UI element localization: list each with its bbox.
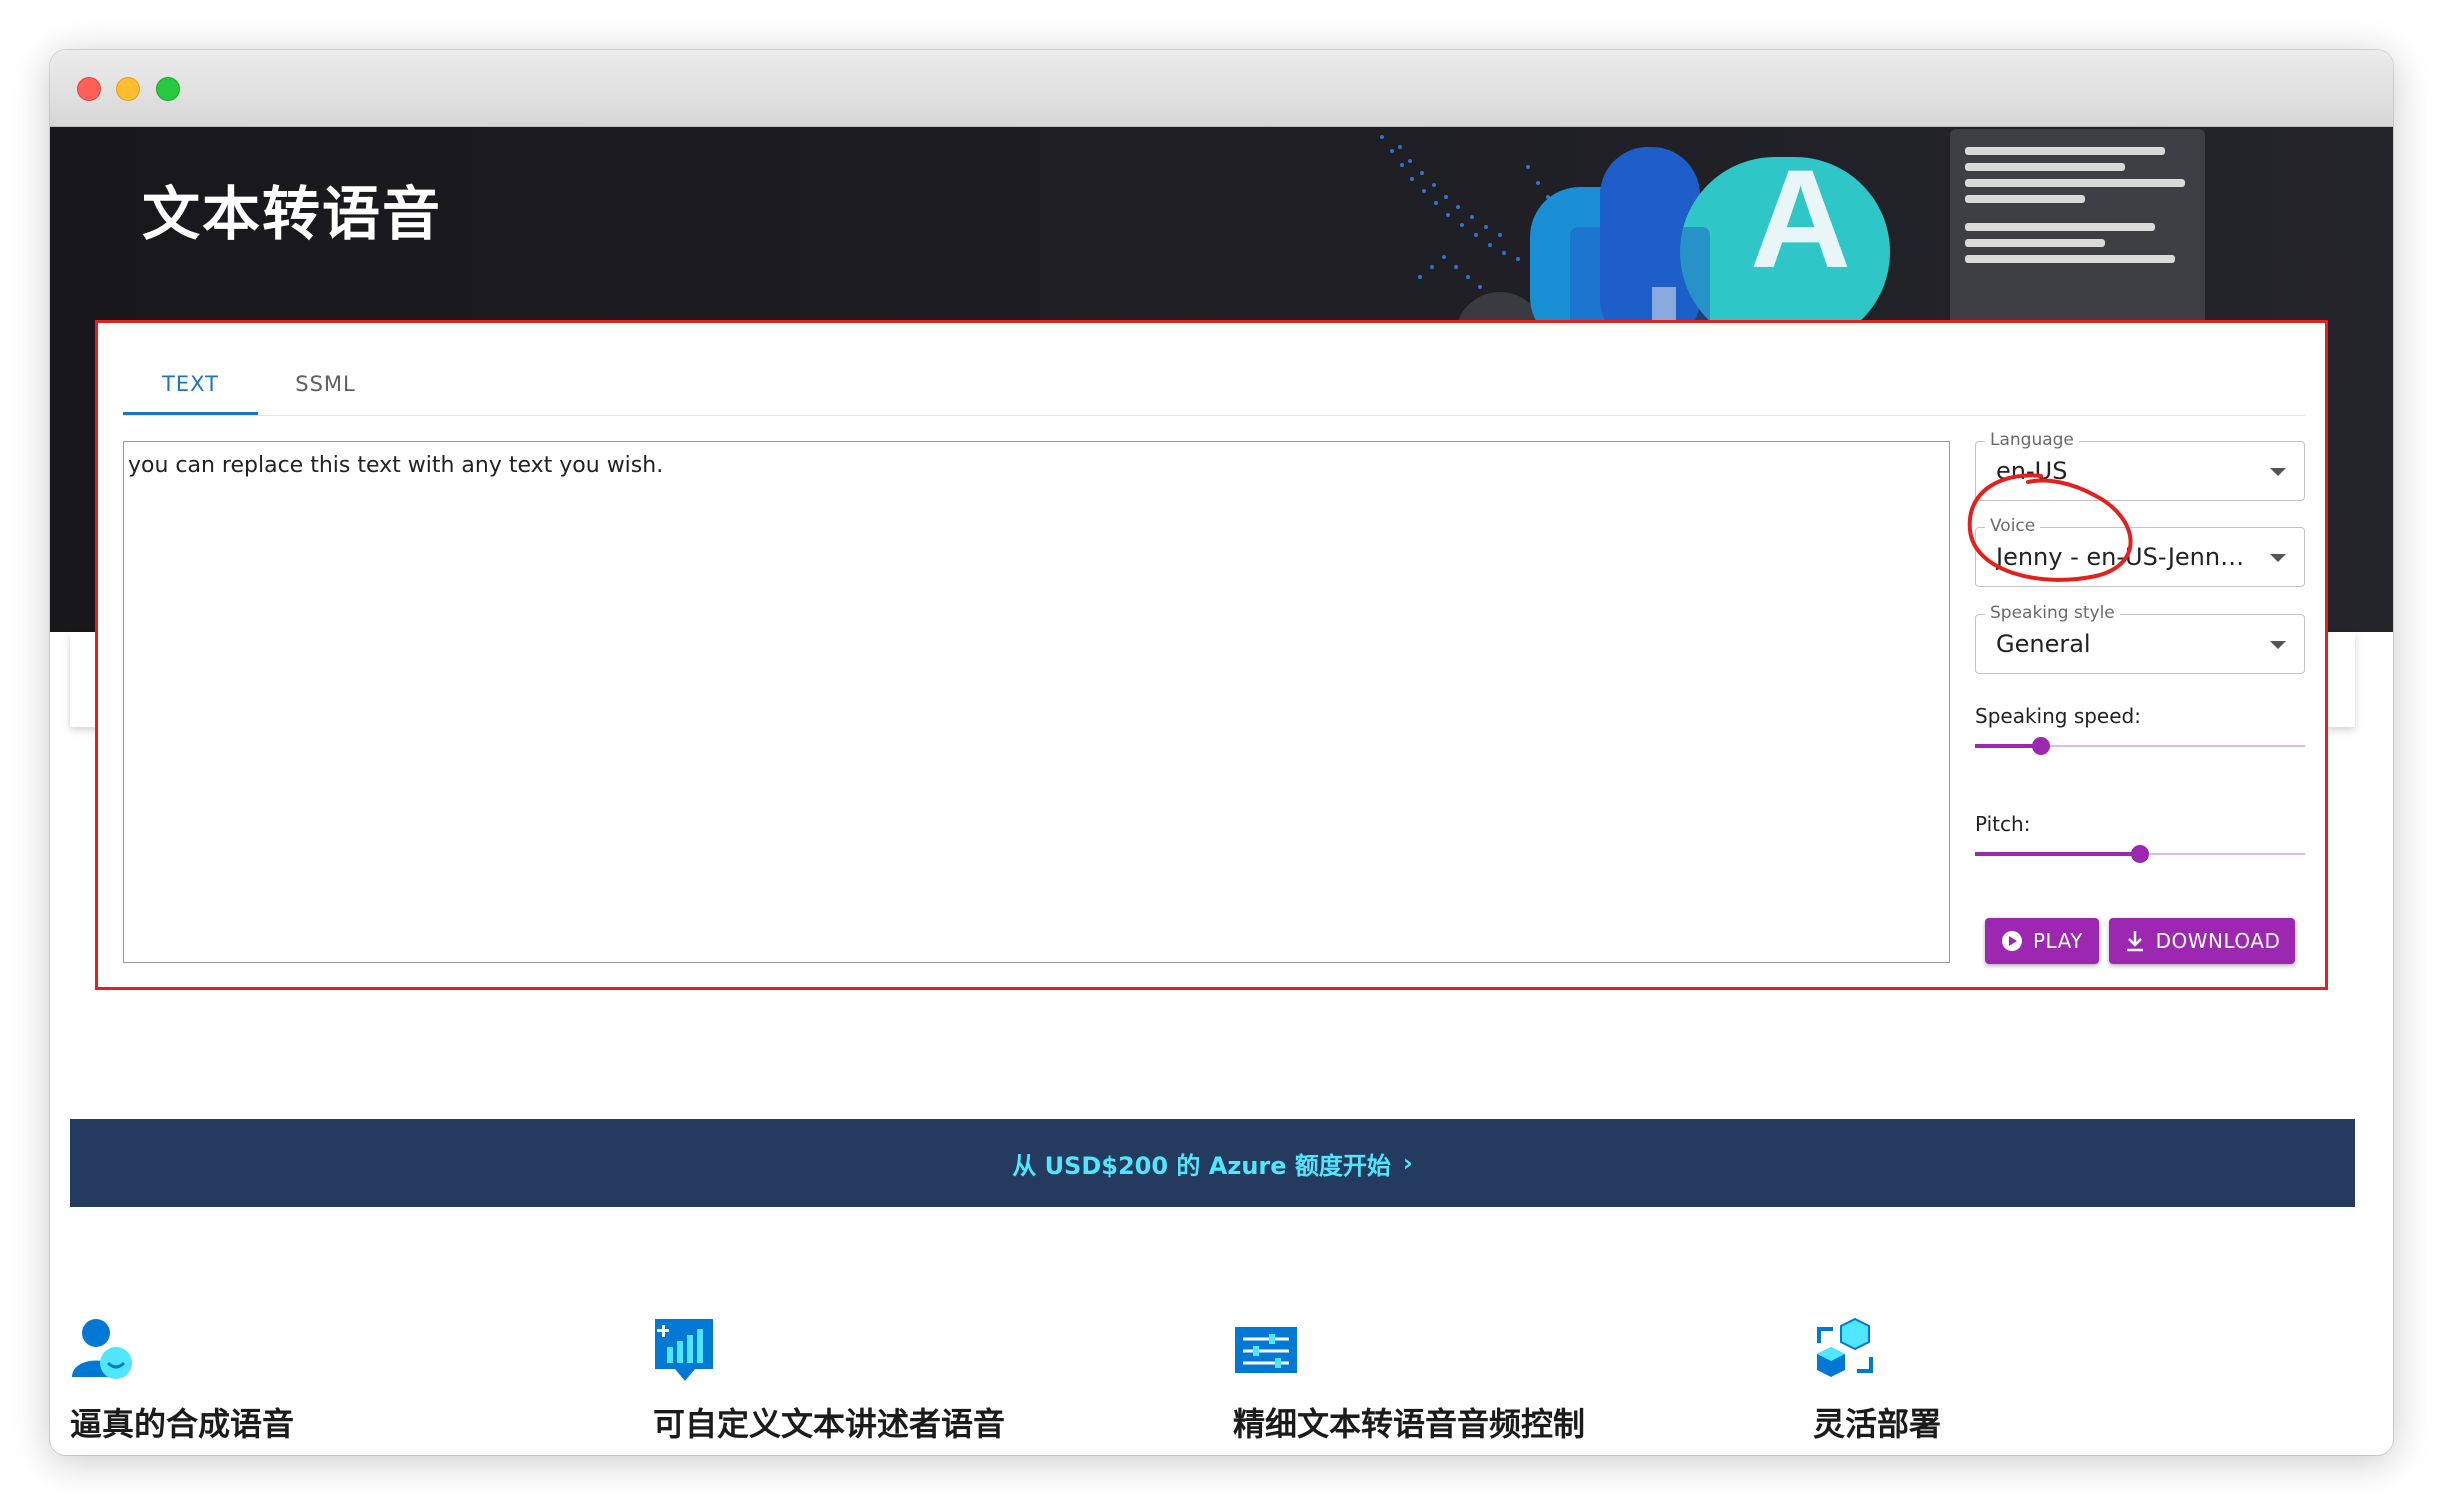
- chevron-right-icon: ›: [1402, 1149, 1413, 1177]
- voice-select[interactable]: Voice Jenny - en-US-Jenny…: [1975, 516, 2305, 587]
- feature-title: 精细文本转语音音频控制: [1233, 1405, 1586, 1443]
- language-label: Language: [1985, 430, 2079, 450]
- azure-credit-link[interactable]: 从 USD$200 的 Azure 额度开始 ›: [1012, 1146, 1413, 1181]
- person-smile-icon: [72, 1319, 132, 1379]
- page-title: 文本转语音: [142, 180, 443, 248]
- hero-illustration: A: [1380, 129, 2205, 327]
- browser-window: 文本转语音 A TEXT SSML you can replace this t…: [50, 50, 2393, 1455]
- tts-demo-panel: TEXT SSML you can replace this text with…: [95, 320, 2328, 990]
- speaking-speed-slider[interactable]: [1975, 734, 2305, 758]
- hero-art-letter: A: [1750, 140, 1851, 297]
- download-label: DOWNLOAD: [2155, 929, 2281, 953]
- caret-down-icon: [2270, 641, 2286, 649]
- language-value: en-US: [1996, 457, 2068, 485]
- window-titlebar: [50, 50, 2393, 127]
- download-button[interactable]: DOWNLOAD: [2109, 918, 2295, 964]
- sliders-icon: [1235, 1327, 1297, 1373]
- pitch-label: Pitch:: [1975, 812, 2031, 836]
- voice-value: Jenny - en-US-Jenny…: [1996, 543, 2256, 571]
- speaking-style-value: General: [1996, 630, 2091, 658]
- minimize-window-button[interactable]: [116, 77, 140, 101]
- speaking-speed-label: Speaking speed:: [1975, 704, 2141, 728]
- play-label: PLAY: [2032, 929, 2083, 953]
- cubes-icon: [1817, 1317, 1873, 1377]
- feature-title: 灵活部署: [1813, 1405, 1942, 1443]
- tab-text[interactable]: TEXT: [123, 353, 258, 415]
- zoom-window-button[interactable]: [156, 77, 180, 101]
- chart-speech-icon: [655, 1319, 713, 1381]
- feature-title: 可自定义文本讲述者语音: [653, 1405, 1006, 1443]
- azure-credit-banner: 从 USD$200 的 Azure 额度开始 ›: [70, 1119, 2355, 1207]
- page-content: 文本转语音 A TEXT SSML you can replace this t…: [50, 127, 2393, 1455]
- input-mode-tabs: TEXT SSML: [123, 353, 2305, 416]
- download-icon: [2126, 931, 2143, 952]
- azure-credit-text: 从 USD$200 的 Azure 额度开始: [1012, 1151, 1391, 1180]
- speaking-style-label: Speaking style: [1985, 603, 2120, 623]
- slider-thumb[interactable]: [2131, 845, 2149, 863]
- text-input[interactable]: you can replace this text with any text …: [123, 441, 1950, 963]
- feature-title: 逼真的合成语音: [70, 1405, 295, 1443]
- caret-down-icon: [2270, 554, 2286, 562]
- speaking-style-select[interactable]: Speaking style General: [1975, 603, 2305, 674]
- language-select[interactable]: Language en-US: [1975, 430, 2305, 501]
- play-button[interactable]: PLAY: [1985, 918, 2099, 964]
- slider-fill: [1975, 852, 2140, 856]
- play-circle-icon: [2001, 931, 2022, 951]
- active-tab-indicator: [123, 412, 258, 415]
- close-window-button[interactable]: [77, 77, 101, 101]
- pitch-slider[interactable]: [1975, 842, 2305, 866]
- tab-ssml[interactable]: SSML: [258, 353, 393, 415]
- slider-thumb[interactable]: [2032, 737, 2050, 755]
- caret-down-icon: [2270, 468, 2286, 476]
- voice-label: Voice: [1985, 516, 2041, 536]
